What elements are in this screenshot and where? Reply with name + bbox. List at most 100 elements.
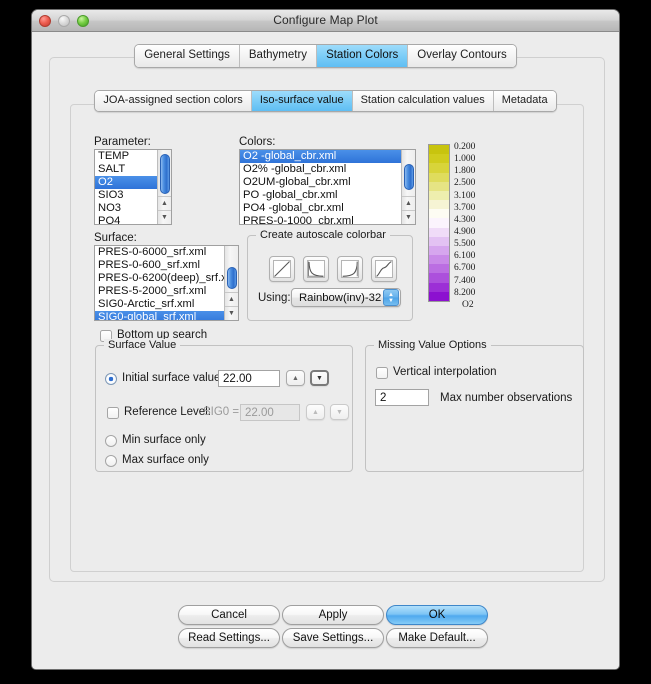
tab-joa-assigned-section-colors[interactable]: JOA-assigned section colors: [95, 91, 251, 111]
parameter-listbox[interactable]: TEMP SALT O2 SIO3 NO3 PO4 ▲ ▼: [94, 149, 172, 225]
list-item[interactable]: PO4: [95, 215, 157, 224]
max-observations-input[interactable]: 2: [375, 389, 429, 406]
parameter-label: Parameter:: [94, 136, 151, 148]
apply-button[interactable]: Apply: [282, 605, 384, 625]
colorbar-tick-label: 7.400: [454, 275, 475, 287]
list-item[interactable]: SIO3: [95, 189, 157, 202]
scroll-up-arrow-icon[interactable]: ▲: [402, 196, 415, 210]
logarithmic-curve-button[interactable]: [337, 256, 363, 282]
scrollbar-thumb[interactable]: [404, 164, 414, 190]
max-surface-only-label: Max surface only: [122, 454, 209, 466]
reference-level-input[interactable]: 22.00: [240, 404, 300, 421]
surface-listbox[interactable]: PRES-0-6000_srf.xml PRES-0-600_srf.xml P…: [94, 245, 239, 321]
parameter-scrollbar[interactable]: ▲ ▼: [157, 150, 171, 224]
colors-listbox[interactable]: O2 -global_cbr.xml O2% -global_cbr.xml O…: [239, 149, 416, 225]
ok-button[interactable]: OK: [386, 605, 488, 625]
window-titlebar: Configure Map Plot: [32, 10, 619, 32]
tab-metadata[interactable]: Metadata: [494, 91, 556, 111]
tab-general-settings[interactable]: General Settings: [135, 45, 240, 67]
colormap-select[interactable]: Rainbow(inv)-32 ▲▼: [291, 288, 401, 307]
list-item[interactable]: O2% -global_cbr.xml: [240, 163, 401, 176]
list-item[interactable]: PRES-0-6200(deep)_srf.xml: [95, 272, 224, 285]
list-item[interactable]: PO4 -global_cbr.xml: [240, 202, 401, 215]
initial-value-stepper-down[interactable]: ▼: [310, 370, 329, 386]
chevron-updown-icon: ▲▼: [383, 289, 399, 306]
configure-map-plot-window: Configure Map Plot General Settings Bath…: [31, 9, 620, 670]
tab-overlay-contours[interactable]: Overlay Contours: [408, 45, 515, 67]
min-surface-only-label: Min surface only: [122, 434, 206, 446]
tab-bathymetry[interactable]: Bathymetry: [240, 45, 317, 67]
scroll-down-arrow-icon[interactable]: ▼: [225, 306, 238, 320]
scroll-down-arrow-icon[interactable]: ▼: [158, 210, 171, 224]
colorbar-tick-label: 6.100: [454, 250, 475, 262]
list-item[interactable]: PO -global_cbr.xml: [240, 189, 401, 202]
tab-station-colors[interactable]: Station Colors: [317, 45, 408, 67]
colorbar-tick-label: 2.500: [454, 177, 475, 189]
exponential-curve-button[interactable]: [303, 256, 329, 282]
min-surface-only-radio[interactable]: [105, 435, 117, 447]
missing-value-group-title: Missing Value Options: [374, 339, 491, 351]
colorbar-swatch: [429, 264, 449, 273]
list-item-selected[interactable]: O2 -global_cbr.xml: [240, 150, 401, 163]
colorbar-tick-label: 3.100: [454, 190, 475, 202]
initial-surface-value-radio[interactable]: [105, 373, 117, 385]
list-item[interactable]: TEMP: [95, 150, 157, 163]
initial-surface-value-input[interactable]: 22.00: [218, 370, 280, 387]
reference-level-stepper-up[interactable]: ▲: [306, 404, 325, 420]
colorbar-swatch: [429, 218, 449, 227]
reference-level-checkbox[interactable]: [107, 407, 119, 419]
max-surface-only-radio[interactable]: [105, 455, 117, 467]
list-item-selected[interactable]: SIG0-global_srf.xml: [95, 311, 224, 320]
list-item[interactable]: SIG0-Arctic_srf.xml: [95, 298, 224, 311]
scroll-up-arrow-icon[interactable]: ▲: [225, 292, 238, 306]
colorbar-swatch: [429, 182, 449, 191]
list-item[interactable]: PRES-0-1000_cbr.xml: [240, 215, 401, 224]
list-item[interactable]: PRES-0-6000_srf.xml: [95, 246, 224, 259]
initial-value-stepper-up[interactable]: ▲: [286, 370, 305, 386]
colors-list-items: O2 -global_cbr.xml O2% -global_cbr.xml O…: [240, 150, 401, 224]
list-item[interactable]: NO3: [95, 202, 157, 215]
colorbar-tick-labels: 0.2001.0001.8002.5003.1003.7004.3004.900…: [454, 141, 475, 299]
reference-level-unit-label: SIG0 =: [203, 406, 239, 418]
read-settings-button[interactable]: Read Settings...: [178, 628, 280, 648]
surface-label: Surface:: [94, 232, 137, 244]
linear-curve-icon: [270, 257, 294, 281]
list-item[interactable]: PRES-0-600_srf.xml: [95, 259, 224, 272]
linear-curve-button[interactable]: [269, 256, 295, 282]
colorbar-swatch: [429, 283, 449, 292]
secondary-tab-bar: JOA-assigned section colors Iso-surface …: [32, 90, 619, 112]
colorbar-swatch: [429, 246, 449, 255]
vertical-interpolation-label: Vertical interpolation: [393, 366, 497, 378]
scrollbar-arrows: ▲ ▼: [158, 196, 171, 224]
scrollbar-thumb[interactable]: [227, 267, 237, 289]
sigmoid-curve-button[interactable]: [371, 256, 397, 282]
max-observations-label: Max number observations: [440, 392, 572, 404]
save-settings-button[interactable]: Save Settings...: [282, 628, 384, 648]
colorbar-swatch: [429, 163, 449, 172]
scroll-up-arrow-icon[interactable]: ▲: [158, 196, 171, 210]
reference-level-label: Reference Level:: [124, 406, 211, 418]
tab-station-calculation-values[interactable]: Station calculation values: [353, 91, 494, 111]
vertical-interpolation-checkbox[interactable]: [376, 367, 388, 379]
list-item[interactable]: PRES-5-2000_srf.xml: [95, 285, 224, 298]
reference-level-stepper-down[interactable]: ▼: [330, 404, 349, 420]
list-item-selected[interactable]: O2: [95, 176, 157, 189]
colorbar-swatch: [429, 237, 449, 246]
colorbar-tick-label: 5.500: [454, 238, 475, 250]
tab-iso-surface-value[interactable]: Iso-surface value: [252, 91, 353, 111]
scrollbar-thumb[interactable]: [160, 154, 170, 194]
colorbar-tick-label: 1.800: [454, 165, 475, 177]
scroll-down-arrow-icon[interactable]: ▼: [402, 210, 415, 224]
colors-scrollbar[interactable]: ▲ ▼: [401, 150, 415, 224]
cancel-button[interactable]: Cancel: [178, 605, 280, 625]
surface-value-group: Surface Value Initial surface value: 22.…: [95, 345, 353, 472]
initial-surface-value-label: Initial surface value:: [122, 372, 224, 384]
make-default-button[interactable]: Make Default...: [386, 628, 488, 648]
colorbar-swatch: [429, 228, 449, 237]
colorbar-swatch: [429, 209, 449, 218]
list-item[interactable]: O2UM-global_cbr.xml: [240, 176, 401, 189]
scrollbar-arrows: ▲ ▼: [402, 196, 415, 224]
colorbar-swatch: [429, 292, 449, 301]
list-item[interactable]: SALT: [95, 163, 157, 176]
surface-scrollbar[interactable]: ▲ ▼: [224, 246, 238, 320]
